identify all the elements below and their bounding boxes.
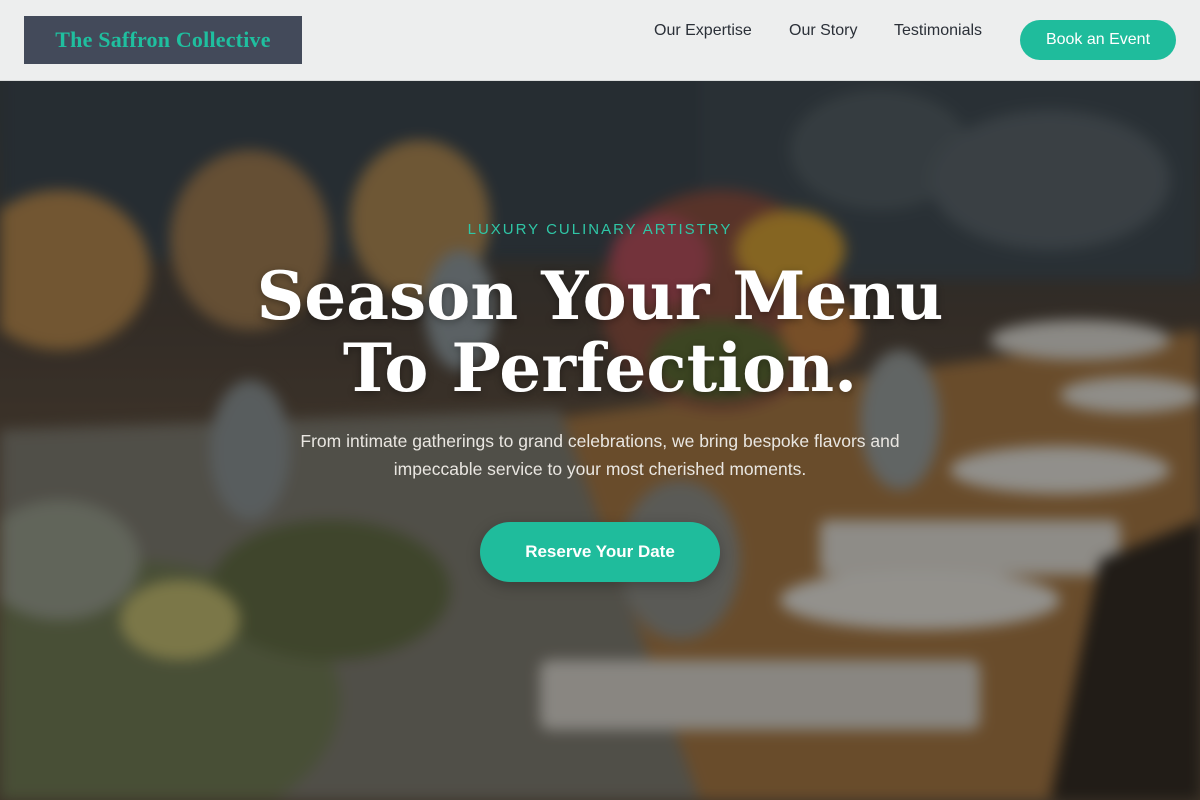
nav-link-our-story[interactable]: Our Story [789, 22, 857, 40]
hero-headline-line-2: To Perfection. [342, 329, 858, 407]
nav-link-testimonials[interactable]: Testimonials [894, 22, 982, 40]
hero-subtext: From intimate gatherings to grand celebr… [300, 431, 900, 479]
book-an-event-button[interactable]: Book an Event [1020, 20, 1176, 60]
reserve-your-date-button[interactable]: Reserve Your Date [480, 522, 720, 582]
hero-headline: Season Your Menu To Perfection. [0, 260, 1200, 404]
hero-headline-line-1: Season Your Menu [256, 257, 944, 335]
hero-eyebrow: LUXURY CULINARY ARTISTRY [467, 221, 733, 238]
brand-logo[interactable]: The Saffron Collective [24, 16, 302, 64]
site-header: The Saffron Collective Our Expertise Our… [0, 0, 1200, 81]
nav-link-our-expertise[interactable]: Our Expertise [654, 22, 752, 40]
